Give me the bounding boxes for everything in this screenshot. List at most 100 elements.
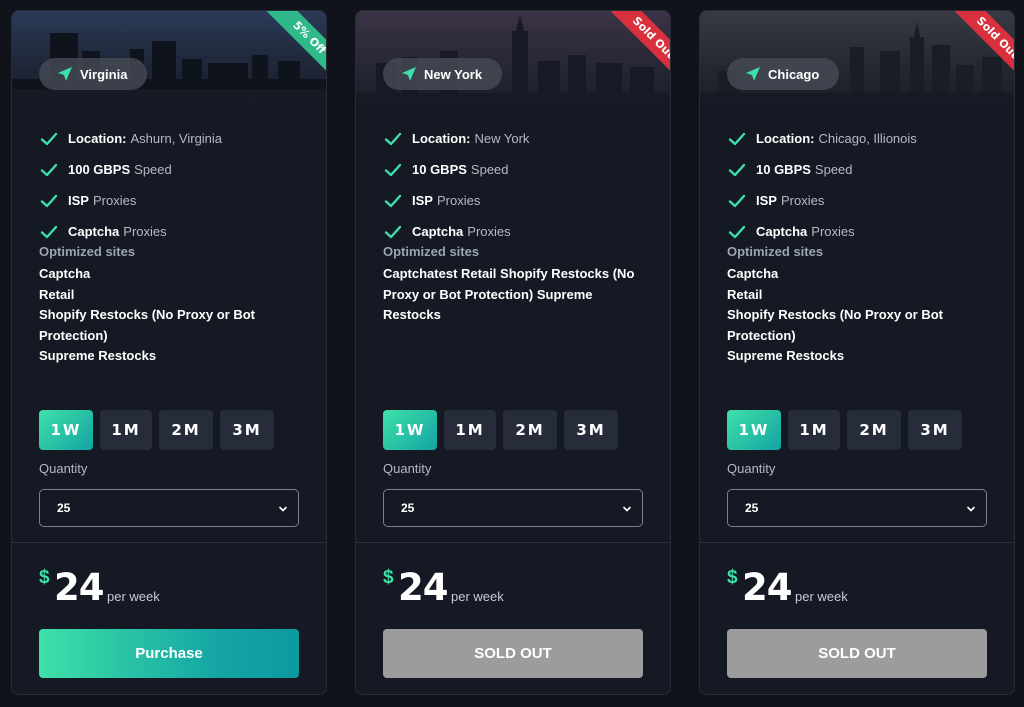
- feature-item: Location: Ashurn, Virginia: [39, 123, 222, 154]
- site-item: Captcha: [727, 266, 779, 281]
- pricing-card-chicago: Sold Out Chicago Location: Chicago, Illiono…: [699, 10, 1015, 695]
- term-button-1w[interactable]: 1W: [727, 410, 781, 450]
- site-item: Shopify Restocks (No Proxy or Bot Protec…: [727, 307, 943, 343]
- chevron-down-icon: [623, 506, 631, 512]
- chevron-down-icon: [967, 506, 975, 512]
- pricing-card-virginia: 5% Off Virginia Location: Ashurn, Virginia 1…: [11, 10, 327, 695]
- quantity-value: 25: [401, 501, 415, 515]
- price-period: per week: [795, 589, 848, 604]
- sold-out-button[interactable]: SOLD OUT: [383, 629, 643, 678]
- price-currency: $: [727, 567, 738, 588]
- optimized-sites-list: Captcha Retail Shopify Restocks (No Proxy …: [727, 264, 989, 367]
- feature-strong: Location:: [756, 131, 815, 146]
- feature-muted: Speed: [470, 162, 509, 177]
- feature-item: 10 GBPS Speed: [727, 154, 917, 185]
- feature-strong: Captcha: [756, 224, 808, 239]
- check-icon: [384, 132, 402, 145]
- quantity-label: Quantity: [383, 461, 432, 476]
- term-button-3m[interactable]: 3M: [564, 410, 618, 450]
- feature-item: Location: New York: [383, 123, 529, 154]
- feature-muted: Proxies: [467, 224, 511, 239]
- sold-out-button[interactable]: SOLD OUT: [727, 629, 987, 678]
- site-item: Captchatest Retail Shopify Restocks (No …: [383, 266, 635, 322]
- feature-muted: Proxies: [123, 224, 167, 239]
- optimized-sites-list: Captcha Retail Shopify Restocks (No Proxy …: [39, 264, 301, 367]
- term-selector: 1W 1M 2M 3M: [383, 410, 618, 450]
- check-icon: [728, 225, 746, 238]
- location-name: Chicago: [768, 66, 820, 82]
- feature-strong: Location:: [412, 131, 471, 146]
- feature-strong: ISP: [756, 193, 777, 208]
- check-icon: [728, 163, 746, 176]
- feature-list: Location: New York 10 GBPS Speed ISP Proxies C…: [383, 123, 529, 247]
- feature-strong: 10 GBPS: [412, 162, 467, 177]
- check-icon: [40, 194, 58, 207]
- site-item: Supreme Restocks: [39, 348, 157, 363]
- feature-muted: Proxies: [436, 193, 481, 208]
- price-amount: 24: [398, 566, 448, 609]
- feature-item: ISP Proxies: [727, 185, 917, 216]
- feature-strong: 10 GBPS: [756, 162, 811, 177]
- corner-ribbon: 5% Off: [246, 11, 326, 91]
- price-currency: $: [39, 567, 50, 588]
- term-button-1m[interactable]: 1M: [100, 410, 152, 450]
- term-button-1w[interactable]: 1W: [39, 410, 93, 450]
- quantity-value: 25: [745, 501, 759, 515]
- feature-muted: Speed: [814, 162, 853, 177]
- ribbon-label: 5% Off: [262, 11, 326, 85]
- optimized-sites-list: Captchatest Retail Shopify Restocks (No …: [383, 264, 645, 326]
- purchase-button[interactable]: Purchase: [39, 629, 299, 678]
- feature-item: Captcha Proxies: [39, 216, 222, 247]
- quantity-select[interactable]: 25: [39, 489, 299, 527]
- term-button-2m[interactable]: 2M: [847, 410, 901, 450]
- check-icon: [40, 225, 58, 238]
- term-selector: 1W 1M 2M 3M: [727, 410, 962, 450]
- feature-strong: 100 GBPS: [68, 162, 131, 177]
- site-item: Retail: [39, 286, 75, 302]
- ribbon-label: Sold Out: [950, 11, 1014, 85]
- feature-item: ISP Proxies: [383, 185, 529, 216]
- term-button-1m[interactable]: 1M: [788, 410, 840, 450]
- site-item: Shopify Restocks (No Proxy or Bot Protec…: [39, 307, 255, 343]
- price-period: per week: [451, 589, 504, 604]
- term-button-1w[interactable]: 1W: [383, 410, 437, 450]
- location-pill: Chicago: [727, 58, 840, 90]
- location-name: Virginia: [80, 66, 128, 82]
- quantity-select[interactable]: 25: [727, 489, 987, 527]
- chevron-down-icon: [279, 506, 287, 512]
- feature-list: Location: Ashurn, Virginia 100 GBPS Speed IS…: [39, 123, 222, 247]
- price-amount: 24: [54, 566, 104, 609]
- ribbon-label: Sold Out: [606, 11, 670, 85]
- site-item: Retail: [727, 286, 763, 302]
- pricing-card-new-york: Sold Out New York Location: New York 10 GBPS…: [355, 10, 671, 695]
- feature-strong: ISP: [68, 193, 89, 208]
- quantity-label: Quantity: [39, 461, 88, 476]
- check-icon: [40, 163, 58, 176]
- term-button-3m[interactable]: 3M: [220, 410, 274, 450]
- check-icon: [728, 132, 746, 145]
- check-icon: [384, 163, 402, 176]
- check-icon: [384, 194, 402, 207]
- term-button-3m[interactable]: 3M: [908, 410, 962, 450]
- quantity-select[interactable]: 25: [383, 489, 643, 527]
- feature-strong: Captcha: [68, 224, 120, 239]
- site-item: Captcha: [39, 266, 91, 281]
- term-button-1m[interactable]: 1M: [444, 410, 496, 450]
- term-button-2m[interactable]: 2M: [503, 410, 557, 450]
- location-name: New York: [424, 66, 483, 82]
- location-pill: Virginia: [39, 58, 148, 90]
- quantity-label: Quantity: [727, 461, 776, 476]
- feature-strong: ISP: [412, 193, 433, 208]
- optimized-sites-title: Optimized sites: [39, 244, 136, 259]
- term-selector: 1W 1M 2M 3M: [39, 410, 274, 450]
- navigation-arrow-icon: [58, 67, 72, 81]
- feature-muted: Speed: [134, 162, 172, 177]
- optimized-sites-title: Optimized sites: [383, 244, 480, 259]
- feature-item: Location: Chicago, Illionois: [727, 123, 917, 154]
- price-period: per week: [107, 589, 160, 604]
- term-button-2m[interactable]: 2M: [159, 410, 213, 450]
- feature-muted: Ashurn, Virginia: [130, 131, 223, 146]
- corner-ribbon: Sold Out: [590, 11, 670, 91]
- feature-item: Captcha Proxies: [727, 216, 917, 247]
- site-item: Supreme Restocks: [727, 348, 845, 363]
